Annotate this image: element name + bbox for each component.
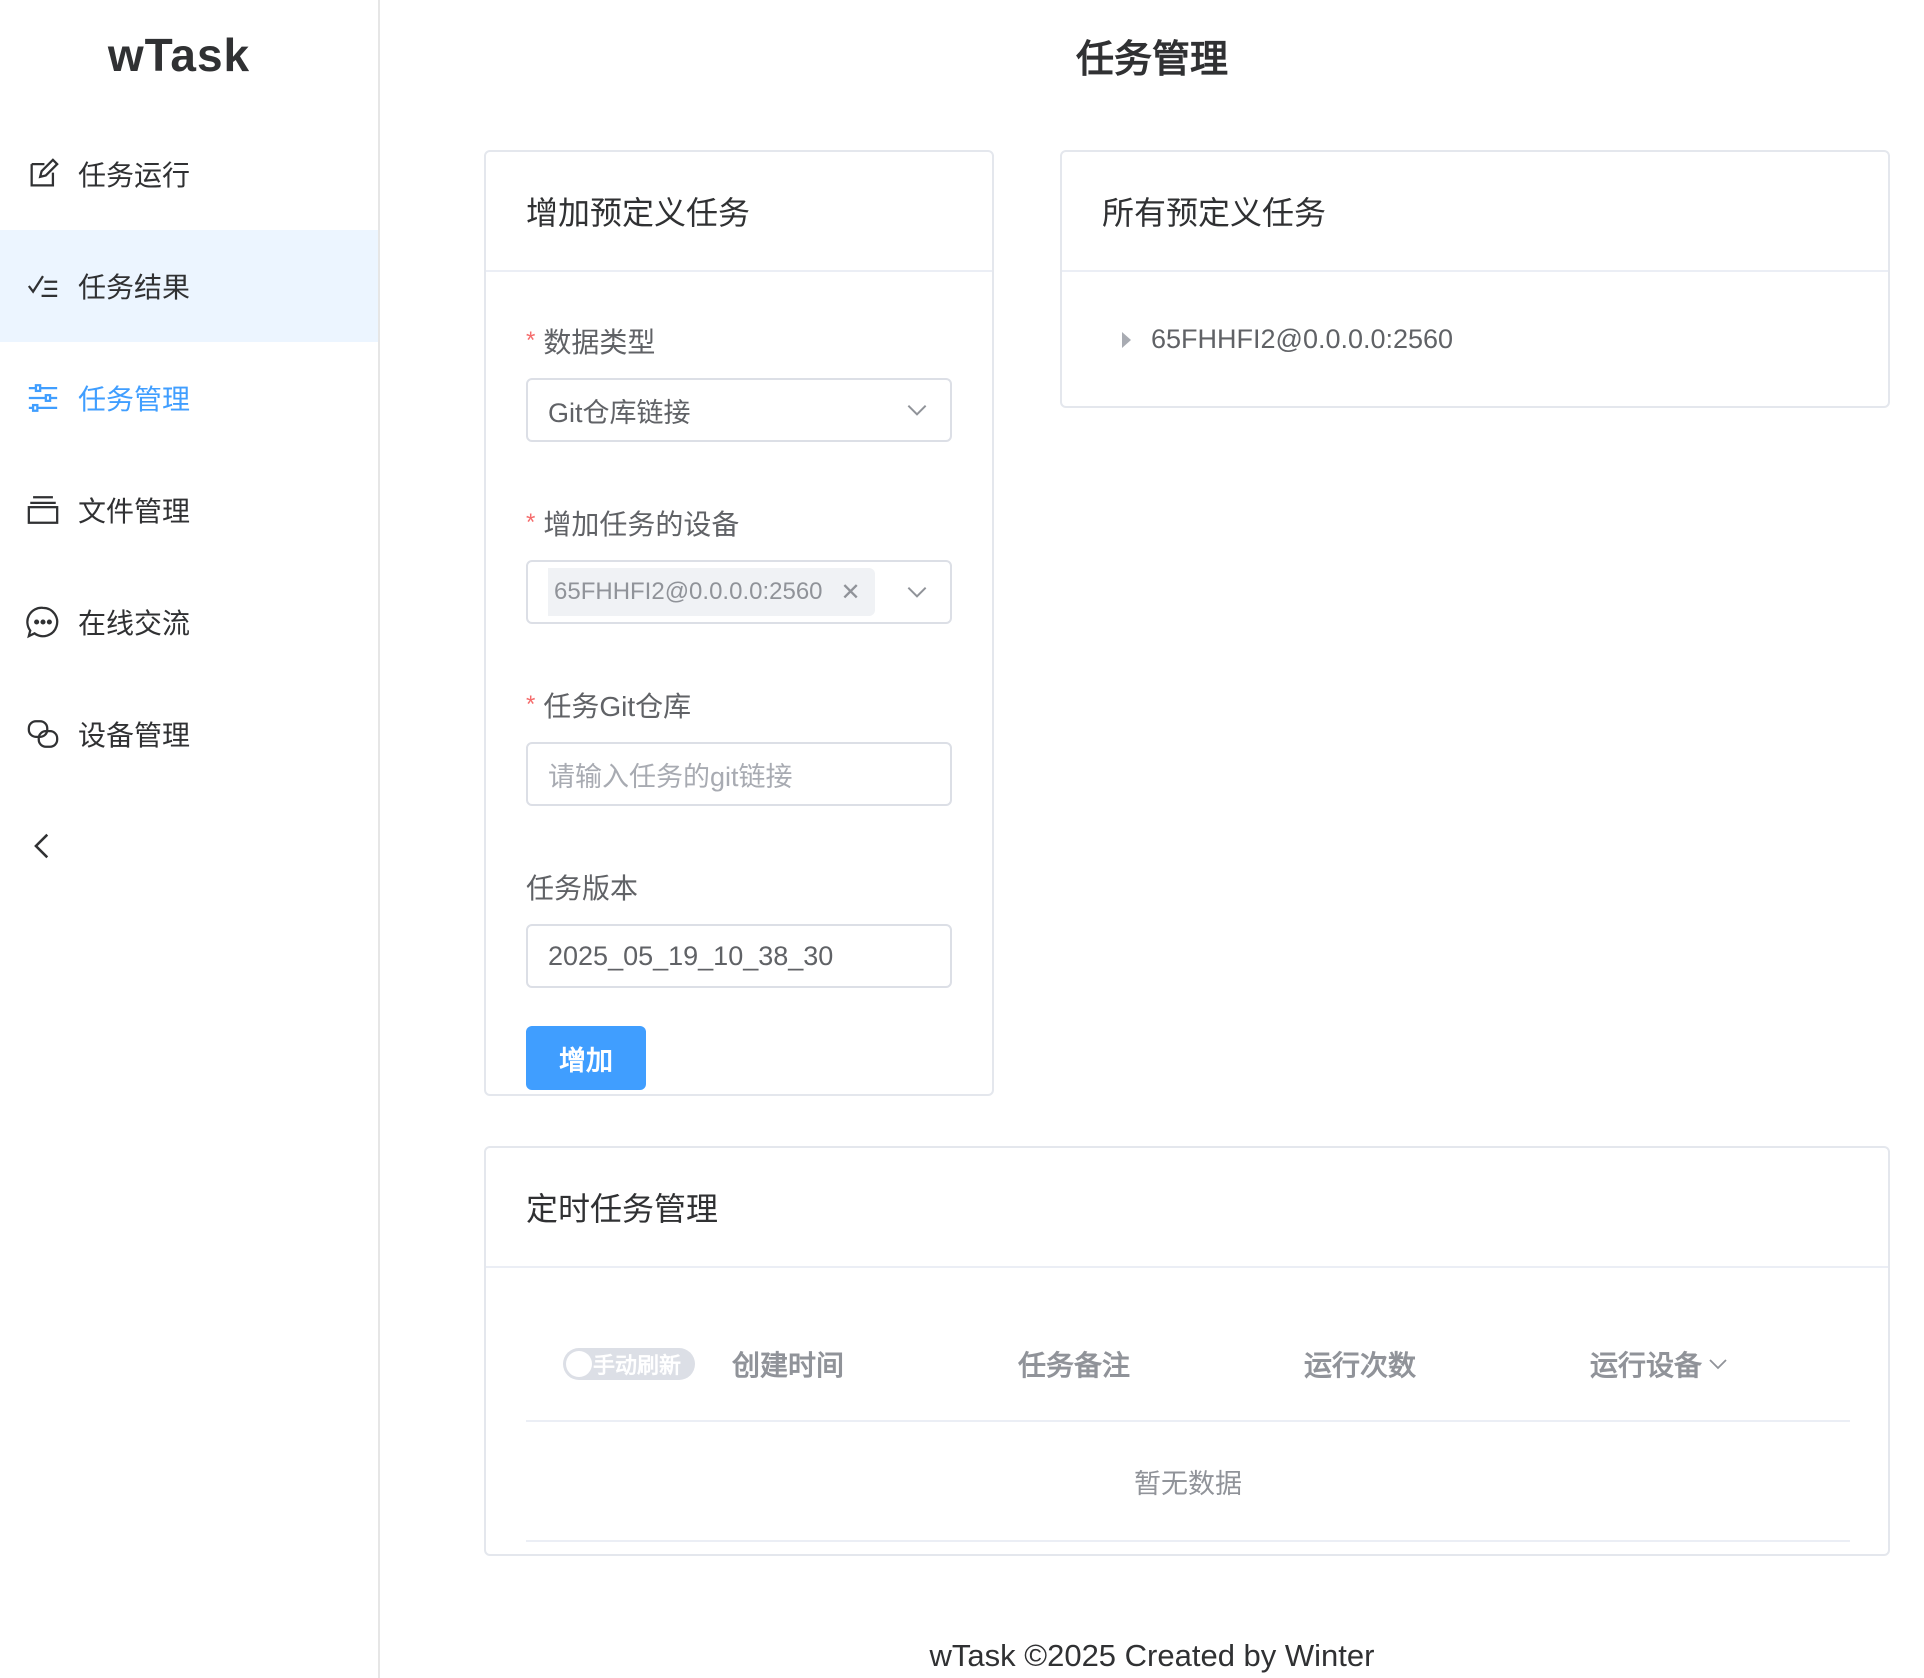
device-tag: 65FHHFI2@0.0.0.0:2560 ✕ <box>548 568 875 616</box>
version-label: 任务版本 <box>526 873 639 904</box>
sliders-icon <box>26 381 60 415</box>
required-asterisk: * <box>526 691 536 718</box>
predefined-tasks-card: 所有预定义任务 65FHHFI2@0.0.0.0:2560 <box>1060 150 1890 408</box>
chevron-down-icon <box>1709 1359 1727 1370</box>
sidebar-menu: 任务运行 任务结果 任务管理 文件管理 在线交流 设备管理 <box>0 118 378 902</box>
required-asterisk: * <box>526 327 536 354</box>
tree-node-label: 65FHHFI2@0.0.0.0:2560 <box>1151 324 1454 354</box>
empty-state: 暂无数据 <box>526 1422 1850 1542</box>
sidebar-item-label: 任务结果 <box>78 272 191 303</box>
column-header: 任务备注 <box>1018 1350 1131 1381</box>
scheduled-tasks-card: 定时任务管理 手动刷新 创建时间 任务备注 运行次数 运行设备 暂无数据 <box>484 1146 1890 1556</box>
sidebar-item-online-chat[interactable]: 在线交流 <box>0 566 378 678</box>
sidebar-item-label: 设备管理 <box>78 720 191 751</box>
footer: wTask ©2025 Created by Winter <box>929 1638 1375 1673</box>
sidebar-item-device-management[interactable]: 设备管理 <box>0 678 378 790</box>
devices-select[interactable]: 65FHHFI2@0.0.0.0:2560 ✕ <box>526 560 952 624</box>
add-button[interactable]: 增加 <box>526 1026 646 1090</box>
sidebar: wTask 任务运行 任务结果 任务管理 文件管理 在线交流 设备管理 <box>0 0 380 1678</box>
switch-label: 手动刷新 <box>593 1353 682 1378</box>
table-header: 手动刷新 创建时间 任务备注 运行次数 运行设备 <box>526 1308 1850 1422</box>
scheduled-tasks-table: 手动刷新 创建时间 任务备注 运行次数 运行设备 暂无数据 <box>526 1308 1850 1542</box>
sidebar-item-label: 任务运行 <box>78 160 191 191</box>
sidebar-item-label: 在线交流 <box>78 608 191 639</box>
data-type-label: * 数据类型 <box>526 327 656 358</box>
column-header: 运行次数 <box>1304 1350 1417 1381</box>
manual-refresh-switch[interactable]: 手动刷新 <box>563 1348 695 1380</box>
switch-knob <box>566 1351 592 1377</box>
edit-icon <box>26 157 60 191</box>
sidebar-item-label: 文件管理 <box>78 496 191 527</box>
card-title: 定时任务管理 <box>486 1148 1888 1268</box>
required-asterisk: * <box>526 509 536 536</box>
devices-label: * 增加任务的设备 <box>526 509 740 540</box>
column-header-filter[interactable]: 运行设备 <box>1590 1344 1730 1384</box>
main-content: 任务管理 增加预定义任务 * 数据类型 Git仓库链接 * 增加任务的设备 65… <box>380 0 1924 1678</box>
card-title: 增加预定义任务 <box>486 152 992 272</box>
chevron-left-icon <box>26 829 60 863</box>
git-repo-placeholder: 请输入任务的git链接 <box>548 761 793 792</box>
chevron-down-icon <box>907 586 927 598</box>
chat-icon <box>26 605 60 639</box>
sidebar-item-file-management[interactable]: 文件管理 <box>0 454 378 566</box>
checklist-icon <box>26 269 60 303</box>
version-value: 2025_05_19_10_38_30 <box>548 940 834 971</box>
device-icon <box>26 717 60 751</box>
git-repo-input[interactable]: 请输入任务的git链接 <box>526 742 952 806</box>
chevron-down-icon <box>907 404 927 416</box>
sidebar-collapse-button[interactable] <box>0 790 378 902</box>
git-repo-label: * 任务Git仓库 <box>526 691 692 722</box>
close-icon[interactable]: ✕ <box>841 578 861 607</box>
page-title: 任务管理 <box>1075 39 1228 81</box>
sidebar-item-label: 任务管理 <box>78 384 191 415</box>
sidebar-item-task-run[interactable]: 任务运行 <box>0 118 378 230</box>
sidebar-item-task-management[interactable]: 任务管理 <box>0 342 378 454</box>
app-logo: wTask <box>107 29 251 81</box>
folder-icon <box>26 493 60 527</box>
version-input[interactable]: 2025_05_19_10_38_30 <box>526 924 952 988</box>
add-task-card: 增加预定义任务 * 数据类型 Git仓库链接 * 增加任务的设备 65FHHFI… <box>484 150 994 1096</box>
caret-right-icon[interactable] <box>1122 331 1131 348</box>
column-header: 创建时间 <box>732 1350 845 1381</box>
data-type-select[interactable]: Git仓库链接 <box>526 378 952 442</box>
sidebar-item-task-results[interactable]: 任务结果 <box>0 230 378 342</box>
tree-node[interactable]: 65FHHFI2@0.0.0.0:2560 <box>1062 272 1888 355</box>
card-title: 所有预定义任务 <box>1062 152 1888 272</box>
data-type-value: Git仓库链接 <box>548 397 691 428</box>
